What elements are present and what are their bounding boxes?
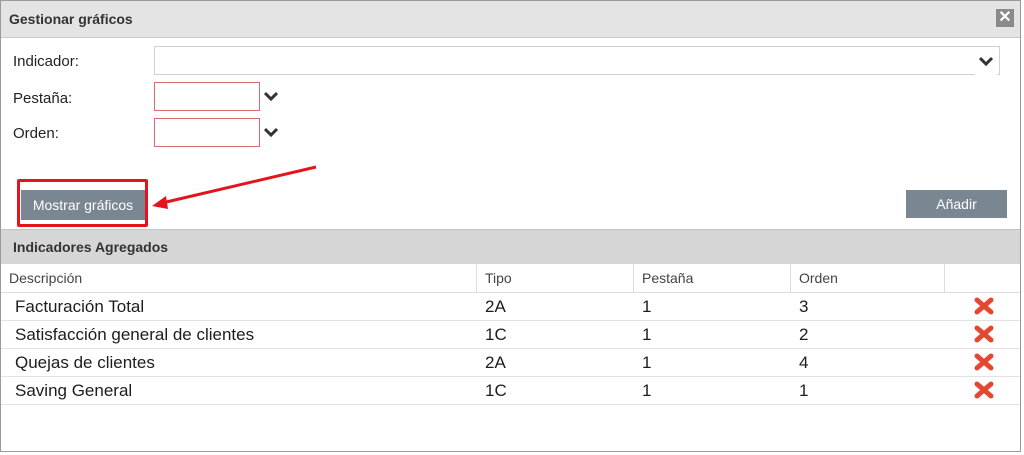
- table-row[interactable]: Quejas de clientes 2A 1 4: [1, 349, 1020, 377]
- delete-x-icon[interactable]: [974, 380, 994, 400]
- anadir-button[interactable]: Añadir: [906, 190, 1007, 218]
- close-icon[interactable]: ✕: [996, 9, 1014, 27]
- orden-select[interactable]: [154, 118, 260, 147]
- orden-label: Orden:: [13, 125, 59, 142]
- pestana-label: Pestaña:: [13, 90, 73, 107]
- cell-orden: 2: [799, 325, 809, 344]
- cell-tipo: 1C: [485, 325, 507, 344]
- cell-tipo: 2A: [485, 353, 506, 372]
- table-row[interactable]: Saving General 1C 1 1: [1, 377, 1020, 405]
- cell-tipo: 2A: [485, 297, 506, 316]
- chevron-down-icon[interactable]: [975, 47, 997, 75]
- delete-x-icon[interactable]: [974, 296, 994, 316]
- cell-orden: 3: [799, 297, 809, 316]
- column-header-actions: [945, 264, 1020, 293]
- column-header-descripcion[interactable]: Descripción: [1, 264, 477, 293]
- cell-pestana: 1: [642, 381, 652, 400]
- cell-pestana: 1: [642, 325, 652, 344]
- gestionar-graficos-dialog: Gestionar gráficos ✕ Indicador: Pestaña:…: [0, 0, 1021, 452]
- cell-pestana: 1: [642, 297, 652, 316]
- chevron-down-icon[interactable]: [260, 118, 282, 146]
- cell-descripcion: Saving General: [15, 381, 133, 400]
- cell-orden: 1: [799, 381, 809, 400]
- section-title: Indicadores Agregados: [13, 239, 169, 255]
- pestana-select[interactable]: [154, 82, 260, 111]
- dialog-titlebar: Gestionar gráficos ✕: [1, 1, 1020, 38]
- indicadores-agregados-header: Indicadores Agregados: [1, 229, 1020, 264]
- delete-x-icon[interactable]: [974, 324, 994, 344]
- delete-x-icon[interactable]: [974, 352, 994, 372]
- cell-pestana: 1: [642, 353, 652, 372]
- dialog-title: Gestionar gráficos: [9, 11, 133, 27]
- cell-descripcion: Facturación Total: [15, 297, 145, 316]
- table-row[interactable]: Facturación Total 2A 1 3: [1, 293, 1020, 321]
- cell-tipo: 1C: [485, 381, 507, 400]
- cell-descripcion: Quejas de clientes: [15, 353, 155, 372]
- column-header-pestana[interactable]: Pestaña: [634, 264, 791, 293]
- cell-orden: 4: [799, 353, 809, 372]
- indicador-select[interactable]: [154, 46, 1000, 75]
- indicador-label: Indicador:: [13, 53, 79, 70]
- column-header-tipo[interactable]: Tipo: [477, 264, 634, 293]
- column-header-orden[interactable]: Orden: [791, 264, 945, 293]
- chevron-down-icon[interactable]: [260, 82, 282, 110]
- cell-descripcion: Satisfacción general de clientes: [15, 325, 255, 344]
- annotation-highlight-box: [17, 179, 148, 227]
- red-arrow: [152, 165, 317, 209]
- table-row[interactable]: Satisfacción general de clientes 1C 1 2: [1, 321, 1020, 349]
